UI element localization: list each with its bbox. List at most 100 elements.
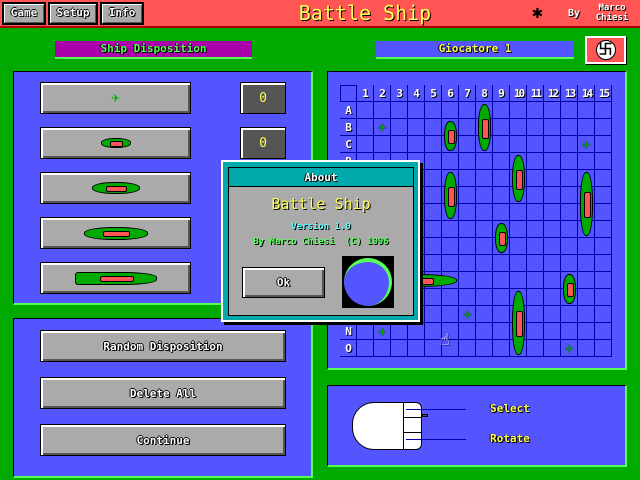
grid-cell[interactable] (510, 136, 527, 153)
grid-cell[interactable] (493, 306, 510, 323)
ship[interactable] (512, 155, 525, 202)
grid-cell[interactable] (544, 272, 561, 289)
grid-cell[interactable] (510, 119, 527, 136)
grid-cell[interactable] (476, 170, 493, 187)
grid-cell[interactable] (391, 136, 408, 153)
grid-cell[interactable] (544, 323, 561, 340)
delete-all-button[interactable]: Delete All (40, 377, 286, 409)
grid-cell[interactable] (459, 102, 476, 119)
grid-cell[interactable] (544, 170, 561, 187)
grid-cell[interactable] (357, 119, 374, 136)
grid-cell[interactable] (578, 102, 595, 119)
grid-cell[interactable] (476, 221, 493, 238)
grid-cell[interactable] (544, 102, 561, 119)
grid-cell[interactable] (391, 323, 408, 340)
grid-cell[interactable] (442, 102, 459, 119)
grid-cell[interactable] (578, 153, 595, 170)
grid-cell[interactable] (510, 238, 527, 255)
grid-cell[interactable] (476, 238, 493, 255)
grid-cell[interactable] (493, 119, 510, 136)
grid-cell[interactable] (442, 289, 459, 306)
grid-cell[interactable] (459, 255, 476, 272)
ship-button-2[interactable] (40, 127, 191, 159)
grid-cell[interactable] (510, 255, 527, 272)
grid-cell[interactable] (527, 153, 544, 170)
grid-cell[interactable] (544, 119, 561, 136)
grid-cell[interactable] (408, 340, 425, 357)
grid-cell[interactable] (459, 323, 476, 340)
plane[interactable]: ✈ (578, 136, 595, 153)
ship-button-3[interactable] (40, 172, 191, 204)
grid-cell[interactable] (561, 204, 578, 221)
grid-cell[interactable] (578, 340, 595, 357)
ship[interactable] (512, 291, 525, 355)
grid-cell[interactable] (459, 221, 476, 238)
grid-cell[interactable] (510, 102, 527, 119)
grid-cell[interactable] (544, 255, 561, 272)
grid-cell[interactable] (442, 221, 459, 238)
grid-cell[interactable] (374, 340, 391, 357)
grid-cell[interactable] (425, 306, 442, 323)
menu-info-button[interactable]: Info (100, 2, 144, 25)
grid-cell[interactable] (493, 153, 510, 170)
grid-cell[interactable] (425, 289, 442, 306)
grid-cell[interactable] (544, 238, 561, 255)
grid-cell[interactable] (459, 136, 476, 153)
grid-cell[interactable] (595, 272, 612, 289)
grid-cell[interactable] (595, 170, 612, 187)
grid-cell[interactable] (561, 238, 578, 255)
grid-cell[interactable] (442, 153, 459, 170)
grid-cell[interactable] (476, 323, 493, 340)
grid-cell[interactable] (425, 119, 442, 136)
grid-cell[interactable] (459, 204, 476, 221)
grid-cell[interactable] (595, 238, 612, 255)
grid-cell[interactable] (561, 136, 578, 153)
grid-cell[interactable] (561, 255, 578, 272)
grid-cell[interactable] (527, 102, 544, 119)
grid-cell[interactable] (595, 187, 612, 204)
grid-cell[interactable] (595, 136, 612, 153)
grid-cell[interactable] (476, 255, 493, 272)
grid-cell[interactable] (425, 238, 442, 255)
grid-cell[interactable] (595, 204, 612, 221)
grid-cell[interactable] (544, 340, 561, 357)
grid-cell[interactable] (442, 238, 459, 255)
plane[interactable]: ✈ (459, 306, 476, 323)
ship[interactable] (495, 223, 508, 253)
grid-cell[interactable] (425, 221, 442, 238)
grid-cell[interactable] (476, 289, 493, 306)
grid-cell[interactable] (527, 289, 544, 306)
grid-cell[interactable] (493, 187, 510, 204)
grid-cell[interactable] (476, 204, 493, 221)
plane[interactable]: ✈ (374, 119, 391, 136)
grid-cell[interactable] (459, 170, 476, 187)
grid-cell[interactable] (493, 204, 510, 221)
grid-cell[interactable] (595, 340, 612, 357)
grid-cell[interactable] (391, 119, 408, 136)
grid-cell[interactable] (561, 153, 578, 170)
grid-cell[interactable] (425, 170, 442, 187)
grid-cell[interactable] (527, 306, 544, 323)
grid-cell[interactable] (561, 221, 578, 238)
about-ok-button[interactable]: Ok (242, 267, 325, 298)
plane[interactable]: ✈ (374, 323, 391, 340)
grid-cell[interactable] (493, 255, 510, 272)
grid-cell[interactable] (527, 323, 544, 340)
grid-cell[interactable] (374, 136, 391, 153)
grid-cell[interactable] (595, 119, 612, 136)
grid-cell[interactable] (578, 238, 595, 255)
grid-cell[interactable] (595, 306, 612, 323)
menu-game-button[interactable]: Game (2, 2, 46, 25)
grid-cell[interactable] (476, 340, 493, 357)
ship-button-4[interactable] (40, 217, 191, 249)
grid-cell[interactable] (493, 340, 510, 357)
grid-cell[interactable] (527, 238, 544, 255)
grid-cell[interactable] (527, 272, 544, 289)
grid-cell[interactable] (459, 153, 476, 170)
grid-cell[interactable] (357, 102, 374, 119)
grid-cell[interactable] (493, 136, 510, 153)
grid-cell[interactable] (544, 153, 561, 170)
grid-cell[interactable] (459, 187, 476, 204)
grid-cell[interactable] (544, 187, 561, 204)
grid-cell[interactable] (408, 102, 425, 119)
